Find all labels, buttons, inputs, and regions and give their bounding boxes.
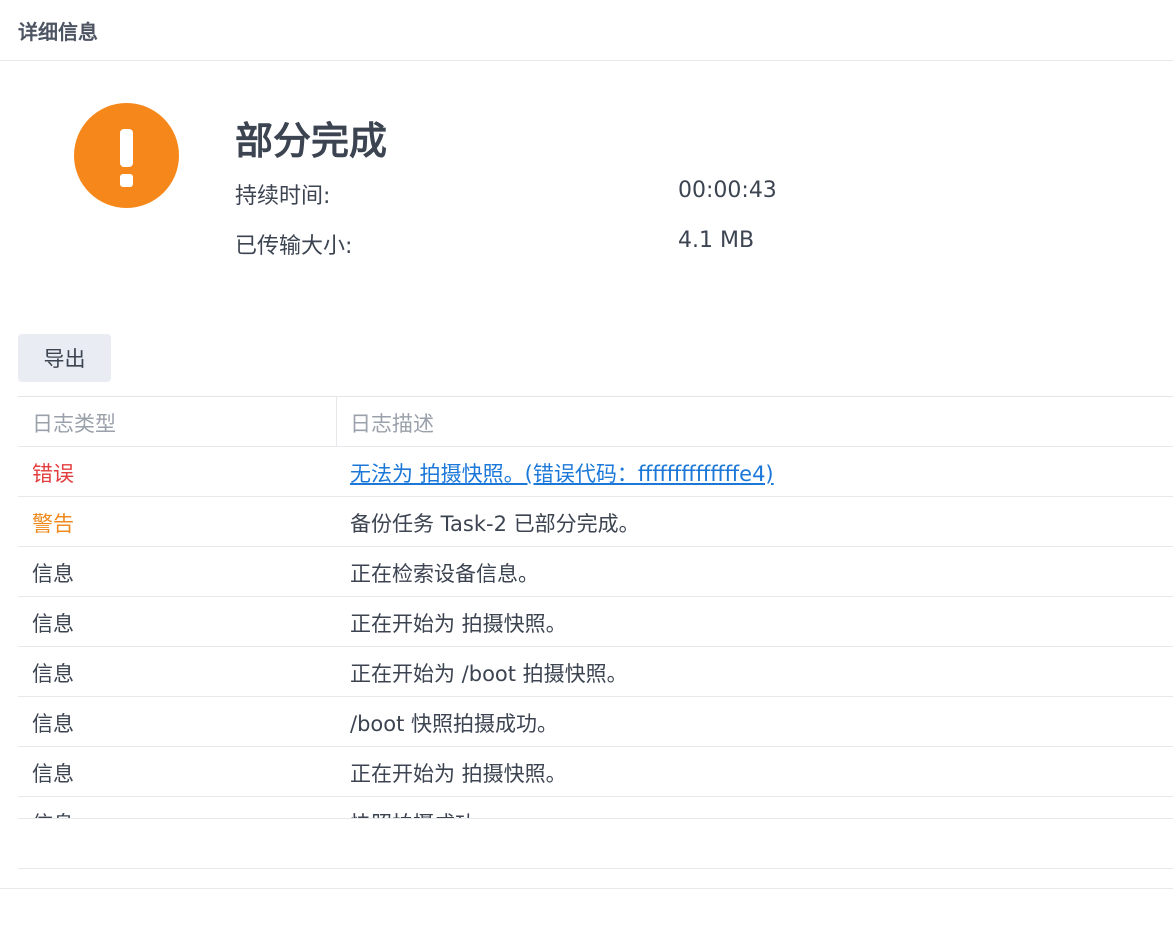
exclamation-dot xyxy=(120,174,133,187)
duration-label: 持续时间: xyxy=(235,184,331,209)
column-header-log-type[interactable]: 日志类型 xyxy=(32,408,116,438)
footer-divider xyxy=(18,868,1173,869)
dialog-title: 详细信息 xyxy=(18,20,98,44)
dialog-header: 详细信息 xyxy=(0,0,1173,61)
transferred-size-value: 4.1 MB xyxy=(678,228,755,253)
table-header-row: 日志类型 日志描述 xyxy=(18,397,1173,447)
warning-exclamation-icon xyxy=(74,103,179,208)
status-title: 部分完成 xyxy=(235,119,388,163)
log-description-cell: 正在检索设备信息。 xyxy=(350,562,539,586)
table-row[interactable]: 错误 无法为 拍摄快照。(错误代码：ffffffffffffffe4) xyxy=(18,447,1173,497)
log-type-cell: 警告 xyxy=(32,512,74,536)
log-description-cell: 备份任务 Task-2 已部分完成。 xyxy=(350,512,640,536)
log-type-cell: 信息 xyxy=(32,612,74,636)
dialog-bottom-divider xyxy=(0,888,1173,889)
table-bottom-divider xyxy=(18,818,1173,819)
table-row[interactable]: 信息 正在检索设备信息。 xyxy=(18,547,1173,597)
table-row[interactable]: 信息 正在开始为 /boot 拍摄快照。 xyxy=(18,647,1173,697)
log-type-cell: 信息 xyxy=(32,712,74,736)
log-description-link[interactable]: 无法为 拍摄快照。(错误代码：ffffffffffffffe4) xyxy=(350,458,774,488)
export-button[interactable]: 导出 xyxy=(18,334,111,382)
log-table[interactable]: 日志类型 日志描述 错误 无法为 拍摄快照。(错误代码：fffffffffffff… xyxy=(18,396,1173,819)
log-type-cell: 信息 xyxy=(32,562,74,586)
log-type-cell: 信息 xyxy=(32,662,74,686)
log-description-cell: /boot 快照拍摄成功。 xyxy=(350,712,559,736)
log-rows: 错误 无法为 拍摄快照。(错误代码：ffffffffffffffe4) 警告 备份任务… xyxy=(18,447,1173,819)
table-row[interactable]: 信息 正在开始为 拍摄快照。 xyxy=(18,597,1173,647)
log-description-cell: 正在开始为 拍摄快照。 xyxy=(350,762,567,786)
log-type-cell: 信息 xyxy=(32,762,74,786)
column-header-log-description[interactable]: 日志描述 xyxy=(350,408,434,438)
log-description-cell: 正在开始为 拍摄快照。 xyxy=(350,612,567,636)
log-type-cell: 错误 xyxy=(32,462,74,486)
log-description-cell: 正在开始为 /boot 拍摄快照。 xyxy=(350,662,628,686)
transferred-size-label: 已传输大小: xyxy=(235,234,353,259)
table-row[interactable]: 信息快照拍摄成功。 xyxy=(18,797,1173,819)
exclamation-bar xyxy=(120,129,133,167)
table-row[interactable]: 信息 正在开始为 拍摄快照。 xyxy=(18,747,1173,797)
table-row[interactable]: 信息/boot 快照拍摄成功。 xyxy=(18,697,1173,747)
column-divider[interactable] xyxy=(336,397,337,447)
duration-value: 00:00:43 xyxy=(678,178,777,203)
log-details-dialog: 详细信息 部分完成 持续时间: 00:00:43 已传输大小: 4.1 MB 导… xyxy=(0,0,1173,949)
table-row[interactable]: 警告 备份任务 Task-2 已部分完成。 xyxy=(18,497,1173,547)
